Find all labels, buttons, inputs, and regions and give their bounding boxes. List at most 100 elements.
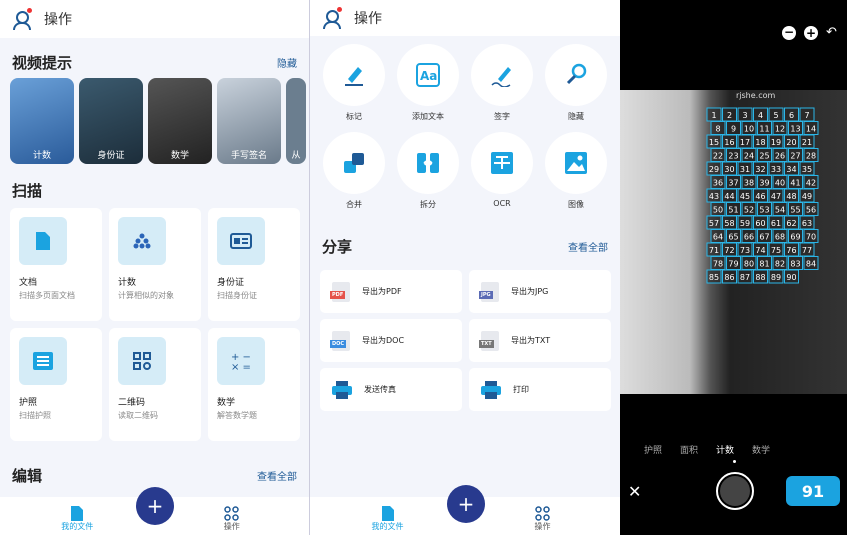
count-badge[interactable]: 91 xyxy=(786,476,840,506)
tool-marker[interactable]: 标记 xyxy=(322,44,386,122)
svg-text:56: 56 xyxy=(806,206,816,215)
count-marker: 66 xyxy=(741,229,757,243)
mode-tab-area[interactable]: 面积 xyxy=(680,443,698,456)
svg-text:37: 37 xyxy=(728,179,738,188)
export-txt-button[interactable]: TXT 导出为TXT xyxy=(469,319,611,362)
svg-text:70: 70 xyxy=(806,233,816,242)
card-subtitle: 扫描多页面文档 xyxy=(19,291,75,300)
count-marker: 50 xyxy=(710,202,726,216)
count-marker: 54 xyxy=(772,202,788,216)
svg-text:57: 57 xyxy=(709,219,719,228)
count-marker: 38 xyxy=(741,175,757,189)
zoom-out-icon[interactable]: − xyxy=(782,26,796,40)
zoom-in-icon[interactable]: + xyxy=(804,26,818,40)
nav-my-files[interactable]: 我的文件 xyxy=(47,506,107,532)
svg-text:14: 14 xyxy=(806,125,816,134)
svg-text:38: 38 xyxy=(744,179,754,188)
svg-text:55: 55 xyxy=(790,206,800,215)
scan-header: 扫描 xyxy=(0,180,309,200)
count-marker: 21 xyxy=(799,134,815,149)
tool-add-text[interactable]: Aa 添加文本 xyxy=(396,44,460,122)
doc-file-icon: DOC xyxy=(330,330,350,351)
scan-card-passport[interactable]: 护照 扫描护照 xyxy=(10,328,102,441)
svg-text:9: 9 xyxy=(731,125,736,134)
tool-image[interactable]: 图像 xyxy=(544,132,608,210)
export-pdf-button[interactable]: PDF 导出为PDF xyxy=(320,270,462,313)
export-doc-button[interactable]: DOC 导出为DOC xyxy=(320,319,462,362)
scan-card-qr[interactable]: 二维码 读取二维码 xyxy=(109,328,201,441)
video-thumb-math[interactable]: 数学 xyxy=(148,78,212,164)
export-jpg-button[interactable]: JPG 导出为JPG xyxy=(469,270,611,313)
svg-text:77: 77 xyxy=(802,246,812,255)
svg-text:34: 34 xyxy=(786,165,796,174)
fax-icon xyxy=(332,380,352,399)
count-marker: 46 xyxy=(753,188,768,203)
count-marker: 9 xyxy=(726,121,741,135)
mode-tab-math[interactable]: 数学 xyxy=(752,443,770,456)
mode-tab-passport[interactable]: 护照 xyxy=(644,443,662,456)
count-marker: 34 xyxy=(784,161,799,176)
svg-text:71: 71 xyxy=(709,246,719,255)
nav-actions[interactable]: 操作 xyxy=(202,506,262,532)
svg-text:42: 42 xyxy=(806,179,816,188)
nav-label: 我的文件 xyxy=(371,522,404,531)
scan-card-math[interactable]: + − × = 数学 解答数学题 xyxy=(208,328,300,441)
nav-actions[interactable]: 操作 xyxy=(513,506,573,532)
svg-text:68: 68 xyxy=(775,233,785,242)
card-subtitle: 解答数学题 xyxy=(217,411,257,420)
count-marker: 37 xyxy=(726,175,741,189)
video-thumb-more[interactable]: 从 xyxy=(286,78,306,164)
count-marker: 88 xyxy=(753,269,768,284)
tool-signature[interactable]: 签字 xyxy=(470,44,534,122)
section-title: 扫描 xyxy=(12,181,43,200)
video-thumb-signature[interactable]: 手写签名 xyxy=(217,78,281,164)
tool-label: 标记 xyxy=(346,112,362,121)
thumb-label: 身份证 xyxy=(97,151,125,161)
tool-hide[interactable]: 隐藏 xyxy=(544,44,608,122)
shutter-button[interactable] xyxy=(716,472,754,510)
add-button[interactable]: + xyxy=(136,487,174,525)
svg-text:78: 78 xyxy=(713,260,723,269)
tool-split[interactable]: 拆分 xyxy=(396,132,460,210)
count-marker: 52 xyxy=(741,202,757,216)
user-icon[interactable] xyxy=(12,8,32,30)
count-marker: 49 xyxy=(799,188,815,203)
svg-text:27: 27 xyxy=(790,152,800,161)
view-all-link[interactable]: 查看全部 xyxy=(568,239,608,254)
video-tips-header: 视频提示 隐藏 xyxy=(0,52,309,72)
thumb-label: 手写签名 xyxy=(230,151,267,161)
count-marker: 59 xyxy=(737,215,753,230)
count-marker: 42 xyxy=(803,175,819,189)
svg-text:40: 40 xyxy=(775,179,785,188)
hide-link[interactable]: 隐藏 xyxy=(277,55,297,70)
svg-text:74: 74 xyxy=(755,246,765,255)
scan-card-id[interactable]: 身份证 扫描身份证 xyxy=(208,208,300,321)
card-title: 护照 xyxy=(19,398,38,408)
video-thumb-id[interactable]: 身份证 xyxy=(79,78,143,164)
badge: DOC xyxy=(330,339,347,348)
svg-text:35: 35 xyxy=(802,165,812,174)
scan-card-count[interactable]: 计数 计算相似的对象 xyxy=(109,208,201,321)
video-thumb-count[interactable]: 计数 xyxy=(10,78,74,164)
count-marker: 79 xyxy=(726,256,741,270)
add-button[interactable]: + xyxy=(447,485,485,523)
print-button[interactable]: 打印 xyxy=(469,368,611,411)
nav-my-files[interactable]: 我的文件 xyxy=(358,506,418,532)
undo-icon[interactable]: ↶ xyxy=(826,26,837,40)
mode-tab-count[interactable]: 计数 xyxy=(716,443,734,456)
view-all-link[interactable]: 查看全部 xyxy=(257,468,297,483)
scan-card-document[interactable]: 文档 扫描多页面文档 xyxy=(10,208,102,321)
video-thumbs: 计数 身份证 数学 手写签名 从 xyxy=(0,78,309,164)
user-icon[interactable] xyxy=(322,7,342,29)
send-fax-button[interactable]: 发送传真 xyxy=(320,368,462,411)
svg-text:61: 61 xyxy=(771,219,781,228)
svg-text:86: 86 xyxy=(724,273,734,282)
tool-label: 拆分 xyxy=(420,200,436,209)
svg-text:18: 18 xyxy=(755,138,765,147)
count-marker: 27 xyxy=(788,148,803,162)
tool-merge[interactable]: 合并 xyxy=(322,132,386,210)
scan-cards: 文档 扫描多页面文档 计数 计算相似的对象 身份证 扫描身份证 护照 扫描护照 … xyxy=(0,208,309,441)
tool-ocr[interactable]: OCR xyxy=(470,132,534,210)
actions-panel-left: 操作 视频提示 隐藏 计数 身份证 数学 手写签名 从 扫描 文档 扫描多页面文… xyxy=(0,0,310,535)
close-icon[interactable]: ✕ xyxy=(628,482,641,501)
